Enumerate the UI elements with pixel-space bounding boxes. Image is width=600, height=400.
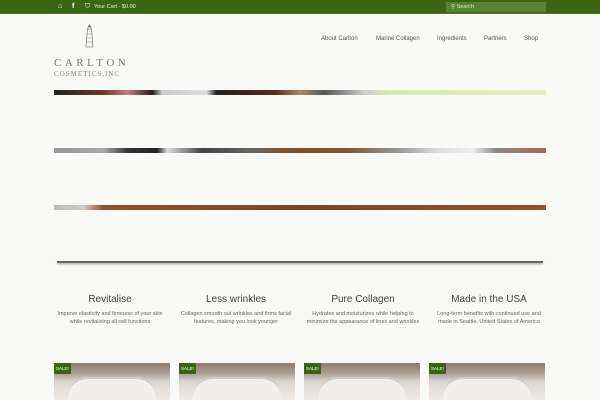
- basket-icon: ⛉: [85, 3, 91, 10]
- product-card[interactable]: SALE!: [54, 363, 170, 400]
- nav-partners[interactable]: Partners: [484, 36, 507, 42]
- nav-ingredients[interactable]: Ingredients: [437, 36, 467, 42]
- product-card[interactable]: SALE!: [179, 363, 295, 400]
- product-card[interactable]: SALE!: [304, 363, 420, 400]
- brand-name[interactable]: CARLTON: [54, 57, 129, 69]
- product-image: [443, 377, 531, 400]
- feature-less-wrinkles: Less wrinkles Collagen smooth out wrinkle…: [178, 294, 294, 326]
- search-input[interactable]: ⚲ Search: [446, 2, 546, 12]
- brand-subtitle[interactable]: COSMETICS,INC: [54, 70, 120, 78]
- product-card[interactable]: SALE!: [429, 363, 545, 400]
- product-image: [68, 377, 156, 400]
- cart-link[interactable]: Your Cart - $0.00: [94, 3, 136, 11]
- product-image: [193, 377, 281, 400]
- home-icon[interactable]: ⌂: [58, 3, 62, 11]
- facebook-icon[interactable]: f: [72, 3, 74, 11]
- feature-text: Collagen smooth out wrinkles and firms f…: [180, 311, 292, 325]
- feature-title: Pure Collagen: [331, 294, 395, 305]
- product-image: [318, 377, 406, 400]
- feature-pure-collagen: Pure Collagen Hydrates and moisturizes wh…: [305, 294, 421, 326]
- sale-badge: SALE!: [54, 363, 71, 374]
- nav-marine-collagen[interactable]: Marine Collagen: [376, 36, 420, 42]
- sale-badge: SALE!: [304, 363, 321, 374]
- feature-title: Less wrinkles: [205, 294, 267, 305]
- feature-text: Improve elasticity and firmness of your …: [57, 311, 163, 325]
- lighthouse-logo-icon[interactable]: [85, 24, 94, 48]
- slider-image-strip[interactable]: [54, 90, 546, 95]
- feature-revitalise: Revitalise Improve elasticity and firmnes…: [52, 294, 168, 326]
- sale-badge: SALE!: [429, 363, 446, 374]
- slider-image-strip[interactable]: [54, 148, 546, 153]
- feature-made-in-usa: Made in the USA Long-term benefits with c…: [431, 294, 547, 326]
- feature-title: Made in the USA: [451, 294, 527, 305]
- nav-about-carlton[interactable]: About Carlton: [321, 36, 358, 42]
- top-bar: ⌂ f ⛉ Your Cart - $0.00 ⚲ Search: [0, 0, 600, 14]
- sale-badge: SALE!: [179, 363, 196, 374]
- slider-image-strip[interactable]: [54, 205, 546, 210]
- search-placeholder: Search: [456, 4, 474, 10]
- feature-text: Long-term benefits with continued use an…: [437, 311, 541, 325]
- nav-shop[interactable]: Shop: [524, 36, 538, 42]
- feature-text: Hydrates and moisturizes while helping t…: [306, 311, 420, 325]
- divider: [57, 261, 543, 263]
- feature-title: Revitalise: [88, 294, 132, 305]
